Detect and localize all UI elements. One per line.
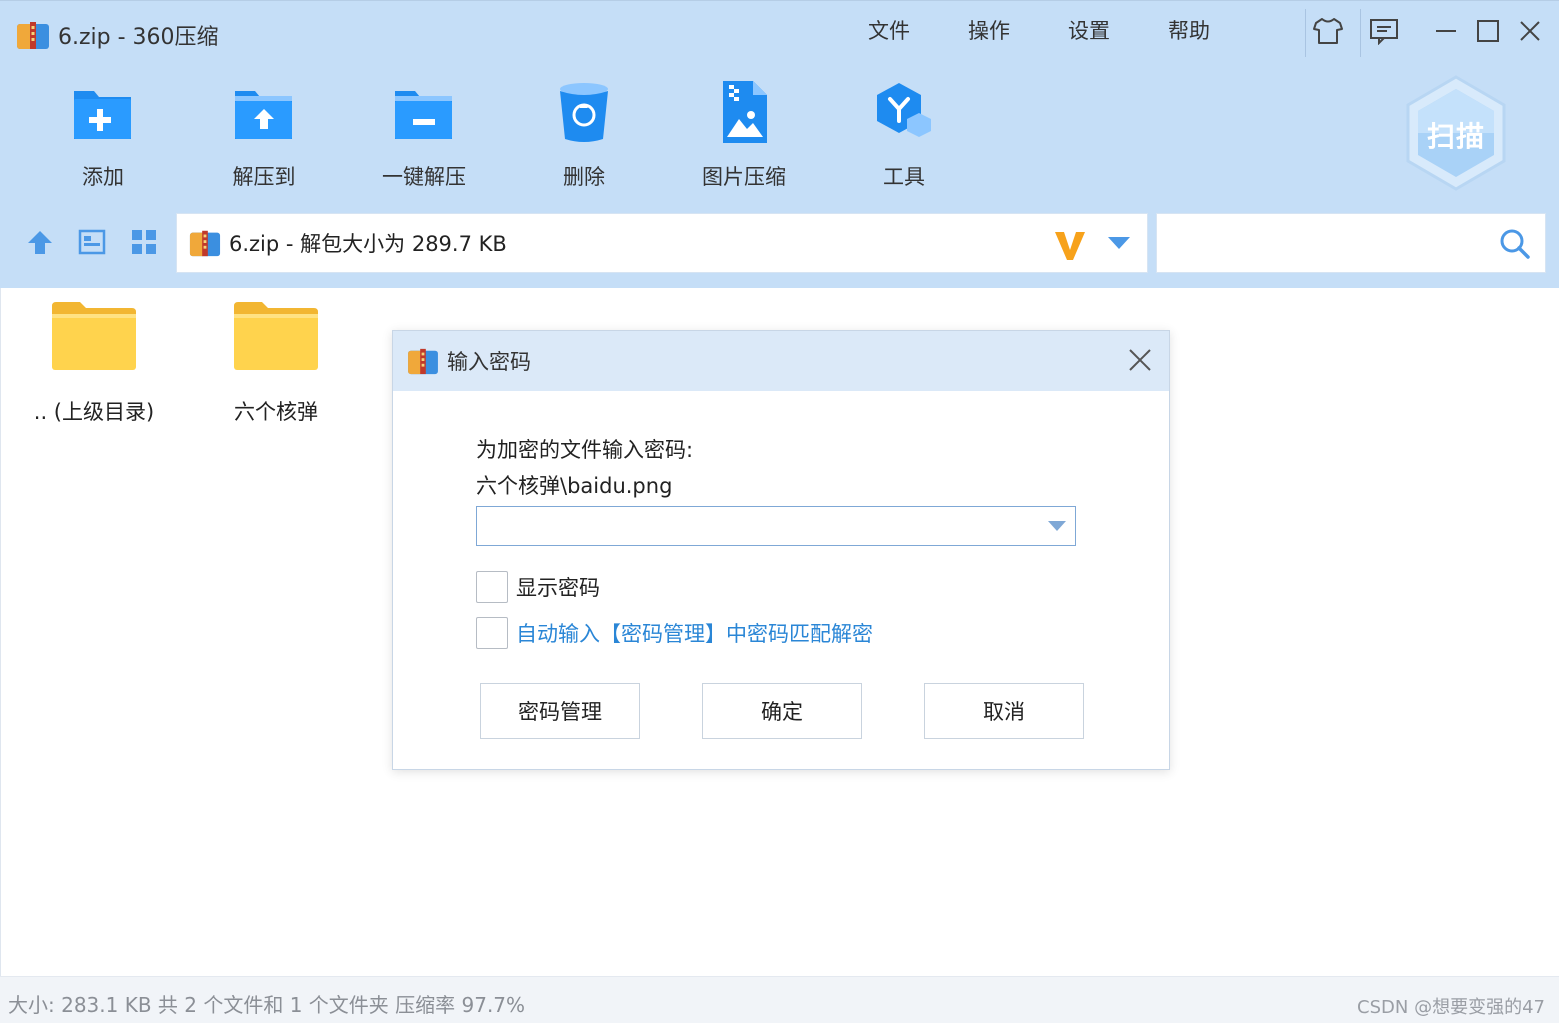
toolbar-add-button[interactable]: 添加 <box>33 79 173 191</box>
app-logo-icon <box>408 348 438 375</box>
encrypted-filename: 六个核弹\baidu.png <box>476 474 673 498</box>
toolbar-delete-label: 删除 <box>563 165 605 189</box>
toolbar-tools-button[interactable]: 工具 <box>834 79 974 191</box>
dropdown-arrow-icon[interactable] <box>1047 519 1067 533</box>
skin-icon[interactable] <box>1308 13 1348 49</box>
divider <box>1360 9 1361 57</box>
divider <box>1305 9 1306 57</box>
search-icon[interactable] <box>1499 228 1531 260</box>
file-name: .. (上级目录) <box>33 400 155 424</box>
one-click-extract-icon <box>395 91 452 139</box>
dialog-close-icon[interactable] <box>1127 347 1153 373</box>
folder-icon <box>52 302 136 370</box>
add-folder-icon <box>74 91 131 139</box>
toolbar-extract-to-button[interactable]: 解压到 <box>194 79 334 191</box>
toolbar-delete-button[interactable]: 删除 <box>514 79 654 191</box>
file-item-parent[interactable]: .. (上级目录) <box>9 300 179 426</box>
search-box[interactable] <box>1156 213 1546 273</box>
show-password-checkbox[interactable] <box>476 571 508 603</box>
password-manage-button[interactable]: 密码管理 <box>480 683 640 739</box>
toolbar-extract-to-label: 解压到 <box>232 165 296 189</box>
file-item-folder[interactable]: 六个核弹 <box>191 300 361 426</box>
ok-button[interactable]: 确定 <box>702 683 862 739</box>
chevron-down-icon[interactable] <box>1107 236 1131 250</box>
toolbar-one-click-label: 一键解压 <box>382 165 466 189</box>
password-dialog: 输入密码 为加密的文件输入密码: 六个核弹\baidu.png 显示密码 自动输… <box>392 330 1170 770</box>
search-input[interactable] <box>1157 214 1477 270</box>
menu-help[interactable]: 帮助 <box>1168 15 1210 45</box>
delete-icon <box>560 83 608 142</box>
minimize-icon[interactable] <box>1426 13 1466 49</box>
title-bar: 6.zip - 360压缩 <box>16 17 219 53</box>
up-level-icon[interactable] <box>25 227 55 257</box>
menu-settings[interactable]: 设置 <box>1068 15 1110 45</box>
status-text: 大小: 283.1 KB 共 2 个文件和 1 个文件夹 压缩率 97.7% <box>8 993 526 1017</box>
path-bar[interactable]: 6.zip - 解包大小为 289.7 KB <box>176 213 1148 273</box>
feedback-icon[interactable] <box>1364 13 1404 49</box>
window-title: 6.zip - 360压缩 <box>58 25 219 50</box>
auto-input-checkbox[interactable] <box>476 617 508 649</box>
password-input[interactable] <box>477 507 1037 545</box>
auto-input-option[interactable]: 自动输入【密码管理】中密码匹配解密 <box>476 617 873 649</box>
show-password-label: 显示密码 <box>516 576 600 600</box>
scan-button[interactable]: 扫描 <box>1404 75 1508 191</box>
status-bar: 大小: 283.1 KB 共 2 个文件和 1 个文件夹 压缩率 97.7% C… <box>0 976 1559 1023</box>
toolbar-add-label: 添加 <box>82 165 124 189</box>
scan-label: 扫描 <box>1426 120 1485 153</box>
password-combobox[interactable] <box>476 506 1076 546</box>
watermark: CSDN @想要变强的47 <box>1357 997 1545 1018</box>
maximize-icon[interactable] <box>1468 13 1508 49</box>
grid-view-icon[interactable] <box>129 227 159 257</box>
toolbar-one-click-button[interactable]: 一键解压 <box>354 79 494 191</box>
menu-file[interactable]: 文件 <box>868 15 910 45</box>
app-logo-icon <box>17 22 49 49</box>
folder-icon <box>234 302 318 370</box>
detail-view-icon[interactable] <box>77 227 107 257</box>
zip-file-icon <box>189 230 221 257</box>
menu-operate[interactable]: 操作 <box>968 15 1010 45</box>
auto-input-link[interactable]: 自动输入【密码管理】中密码匹配解密 <box>516 618 873 648</box>
toolbar-tools-label: 工具 <box>883 165 925 189</box>
toolbar-image-compress-button[interactable]: 图片压缩 <box>674 79 814 191</box>
tools-icon <box>877 83 931 137</box>
vip-icon[interactable] <box>1053 228 1087 262</box>
show-password-option[interactable]: 显示密码 <box>476 571 600 603</box>
extract-to-icon <box>235 91 292 139</box>
password-prompt: 为加密的文件输入密码: <box>476 438 694 462</box>
image-compress-icon <box>723 81 767 143</box>
close-icon[interactable] <box>1510 13 1550 49</box>
app-header: 6.zip - 360压缩 文件 操作 设置 帮助 添加 解压到 一键解压 删除… <box>0 0 1559 288</box>
dialog-header: 输入密码 <box>393 331 1169 391</box>
cancel-button[interactable]: 取消 <box>924 683 1084 739</box>
dialog-title: 输入密码 <box>447 350 531 374</box>
toolbar-image-compress-label: 图片压缩 <box>702 165 786 189</box>
file-name: 六个核弹 <box>234 400 318 424</box>
path-text: 6.zip - 解包大小为 289.7 KB <box>229 232 507 256</box>
